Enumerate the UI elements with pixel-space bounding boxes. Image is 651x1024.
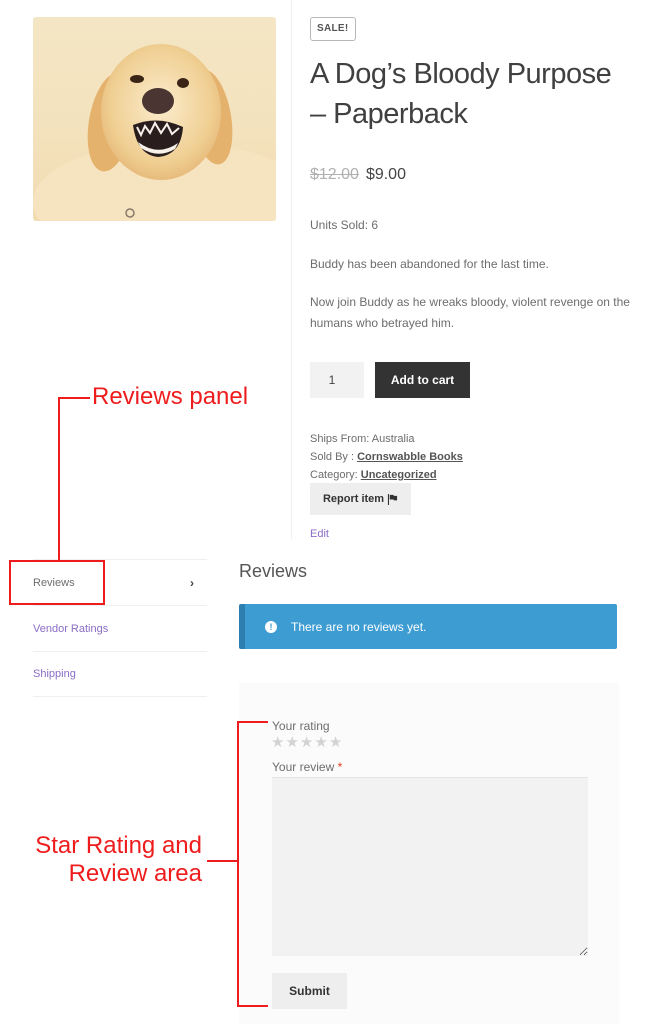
rating-label: Your rating [272,719,330,733]
annotation-bracket [237,721,239,1007]
annotation-star-rating: Star Rating and Review area [0,832,202,888]
review-label: Your review * [272,760,342,774]
quantity-input[interactable] [310,362,364,398]
sold-by: Sold By : Cornswabble Books [310,450,463,464]
star-icon[interactable]: ★ [271,735,284,751]
star-icon[interactable]: ★ [285,735,298,751]
required-marker: * [337,760,343,774]
annotation-connector [58,397,60,562]
description-paragraph: Now join Buddy as he wreaks bloody, viol… [310,295,630,330]
annotation-line: Star Rating and [35,832,202,859]
submit-button[interactable]: Submit [272,973,347,1009]
product-image[interactable] [33,17,276,221]
tab-label: Shipping [33,668,76,680]
vendor-link[interactable]: Cornswabble Books [357,451,463,463]
product-title: A Dog’s Bloody Purpose – Paperback [310,58,612,130]
annotation-bracket [237,721,268,723]
star-icon[interactable]: ★ [314,735,327,751]
tab-shipping[interactable]: Shipping [33,651,207,697]
category-link[interactable]: Uncategorized [361,469,437,481]
sale-badge: SALE! [310,17,356,41]
tab-label: Vendor Ratings [33,622,109,635]
star-rating[interactable]: ★ ★ ★ ★ ★ [271,735,342,751]
ships-from: Ships From: Australia [310,433,415,445]
report-item-button[interactable]: Report item [310,483,411,515]
original-price: $12.00 [310,166,359,183]
star-icon[interactable]: ★ [329,735,342,751]
notice-text: There are no reviews yet. [291,619,427,634]
category-label: Category: [310,469,361,481]
category: Category: Uncategorized [310,468,437,482]
price: $12.00 $9.00 [310,166,406,184]
annotation-connector [58,397,90,399]
annotation-bracket [237,1005,268,1007]
sale-price: $9.00 [365,166,406,183]
tab-vendor-ratings[interactable]: Vendor Ratings [33,605,207,651]
dog-illustration [33,44,276,221]
review-label-text: Your review [272,760,335,774]
annotation-highlight-box [9,560,105,605]
annotation-reviews-panel: Reviews panel [92,383,249,410]
review-textarea[interactable] [272,777,588,956]
reviews-heading: Reviews [239,561,308,581]
add-to-cart-button[interactable]: Add to cart [375,362,470,398]
info-icon: ! [265,620,277,633]
summary-divider [291,0,292,540]
description-paragraph: Buddy has been abandoned for the last ti… [310,257,549,271]
units-sold: Units Sold: 6 [310,218,379,232]
annotation-line: Review area [68,860,202,887]
flag-icon [387,493,398,505]
annotation-connector [207,860,238,862]
edit-link[interactable]: Edit [310,528,329,540]
sold-by-label: Sold By : [310,451,358,463]
star-icon[interactable]: ★ [300,735,313,751]
report-item-label: Report item [322,493,385,505]
chevron-right-icon: › [190,575,194,590]
no-reviews-notice: ! There are no reviews yet. [239,604,617,649]
